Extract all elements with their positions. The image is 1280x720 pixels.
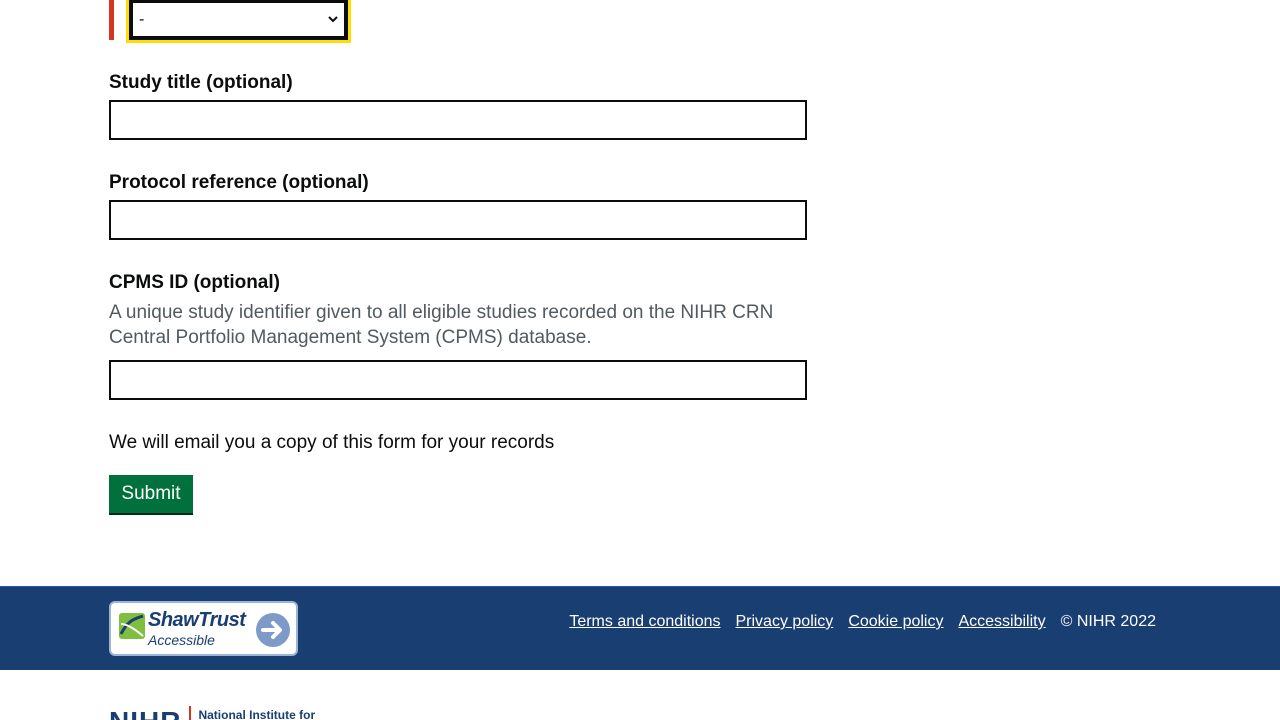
- page: - Study title (optional) Protocol refere…: [0, 0, 1280, 720]
- study-title-input[interactable]: [109, 100, 807, 140]
- chevron-down-icon: [328, 15, 338, 25]
- cpms-id-hint: A unique study identifier given to all e…: [109, 302, 774, 348]
- arrow-right-icon: [256, 613, 290, 647]
- copyright-text: © NIHR 2022: [1060, 613, 1156, 630]
- cookie-link[interactable]: Cookie policy: [848, 613, 943, 631]
- badge-subtitle: Accessible: [148, 632, 215, 648]
- study-title-label: Study title (optional): [109, 72, 293, 93]
- badge-name: ShawTrust: [148, 609, 246, 631]
- accessibility-link[interactable]: Accessibility: [958, 613, 1045, 631]
- nihr-logo-letters: NIHR: [109, 708, 181, 720]
- protocol-reference-label: Protocol reference (optional): [109, 172, 369, 193]
- nihr-logo-text: National Institute for: [198, 708, 316, 720]
- dropdown-select-value: -: [139, 10, 145, 28]
- logo-divider: [189, 706, 192, 720]
- shaw-trust-mark-icon: [119, 613, 145, 639]
- error-indicator-bar: [109, 0, 114, 40]
- submit-button[interactable]: Submit: [109, 475, 193, 515]
- footer-links: Terms and conditions Privacy policy Cook…: [569, 613, 1156, 631]
- nihr-logo[interactable]: NIHR National Institute for: [109, 706, 315, 720]
- cpms-id-label: CPMS ID (optional): [109, 272, 280, 293]
- privacy-link[interactable]: Privacy policy: [736, 613, 834, 631]
- email-copy-note: We will email you a copy of this form fo…: [109, 432, 555, 453]
- dropdown-select[interactable]: -: [129, 0, 348, 40]
- terms-link[interactable]: Terms and conditions: [569, 613, 720, 631]
- cpms-id-input[interactable]: [109, 360, 807, 400]
- shaw-trust-accessible-badge[interactable]: ShawTrust Accessible: [109, 601, 298, 656]
- protocol-reference-input[interactable]: [109, 200, 807, 240]
- site-footer: ShawTrust Accessible Terms and condition…: [0, 586, 1280, 670]
